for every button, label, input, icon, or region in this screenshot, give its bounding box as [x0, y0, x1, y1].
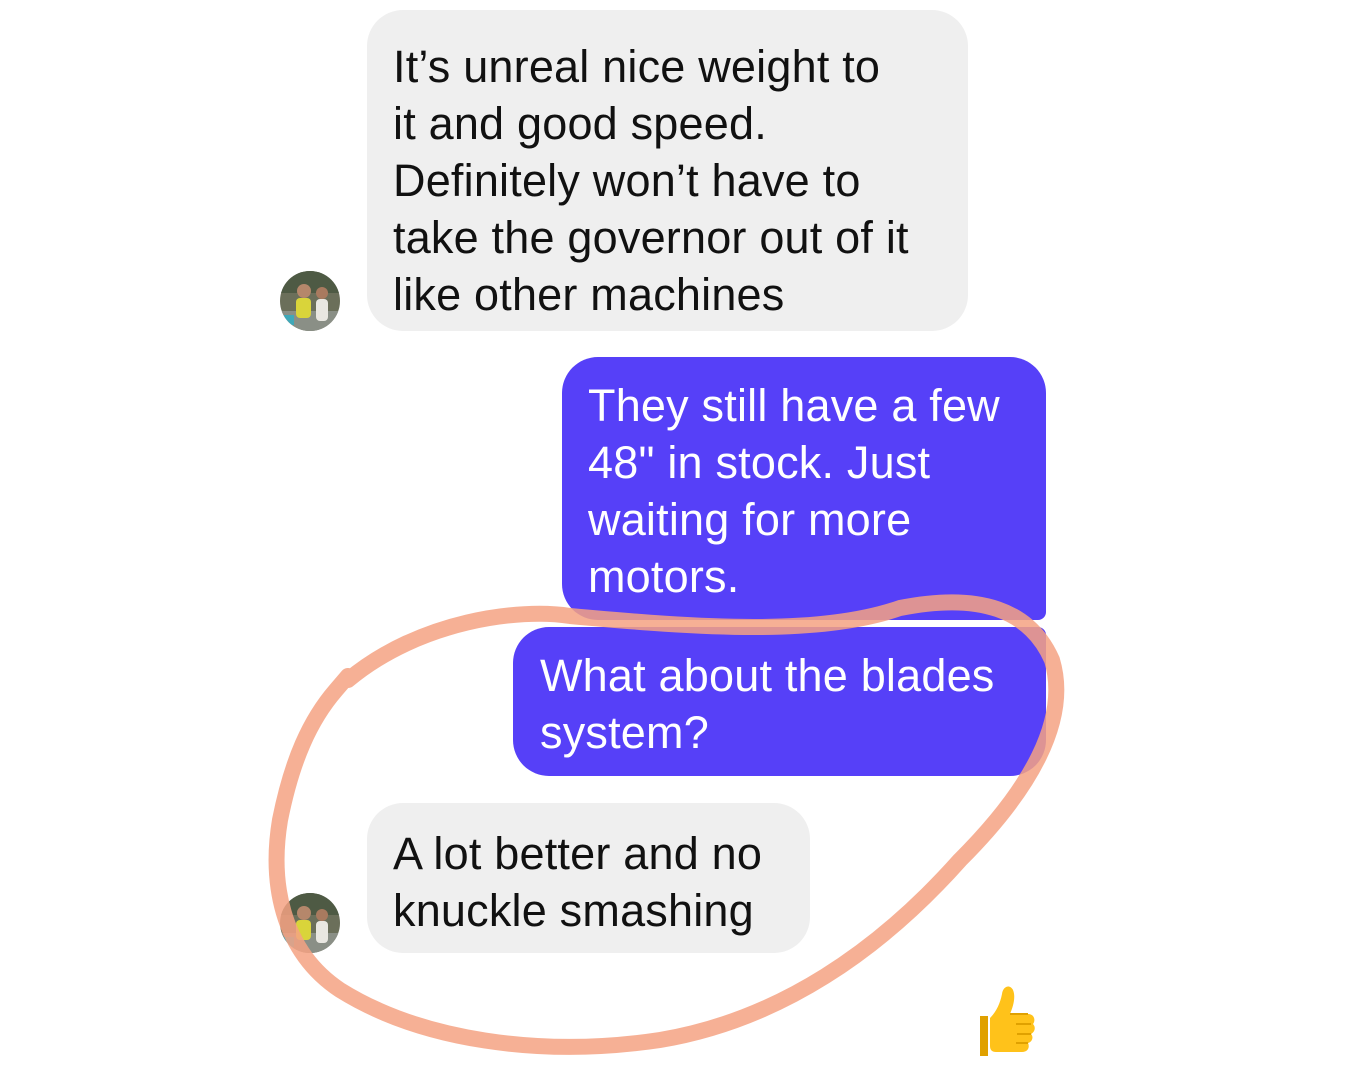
message-text: They still have a few 48" in stock. Just… [588, 380, 1000, 602]
contact-avatar[interactable] [280, 893, 340, 953]
message-text: It’s unreal nice weight to it and good s… [393, 41, 909, 320]
conversation-view: It’s unreal nice weight to it and good s… [0, 0, 1350, 1080]
contact-avatar[interactable] [280, 271, 340, 331]
thumbs-up-graphic [980, 986, 1035, 1056]
avatar-photo [280, 893, 340, 953]
thumbs-up-icon[interactable] [966, 980, 1038, 1060]
incoming-message-bubble[interactable]: A lot better and no knuckle smashing [367, 803, 810, 953]
message-text: A lot better and no knuckle smashing [393, 828, 763, 936]
outgoing-message-bubble[interactable]: They still have a few 48" in stock. Just… [562, 357, 1046, 620]
incoming-message-bubble[interactable]: It’s unreal nice weight to it and good s… [367, 10, 968, 331]
message-text: What about the blades system? [540, 650, 995, 758]
avatar-photo [280, 271, 340, 331]
outgoing-message-bubble[interactable]: What about the blades system? [513, 627, 1046, 776]
